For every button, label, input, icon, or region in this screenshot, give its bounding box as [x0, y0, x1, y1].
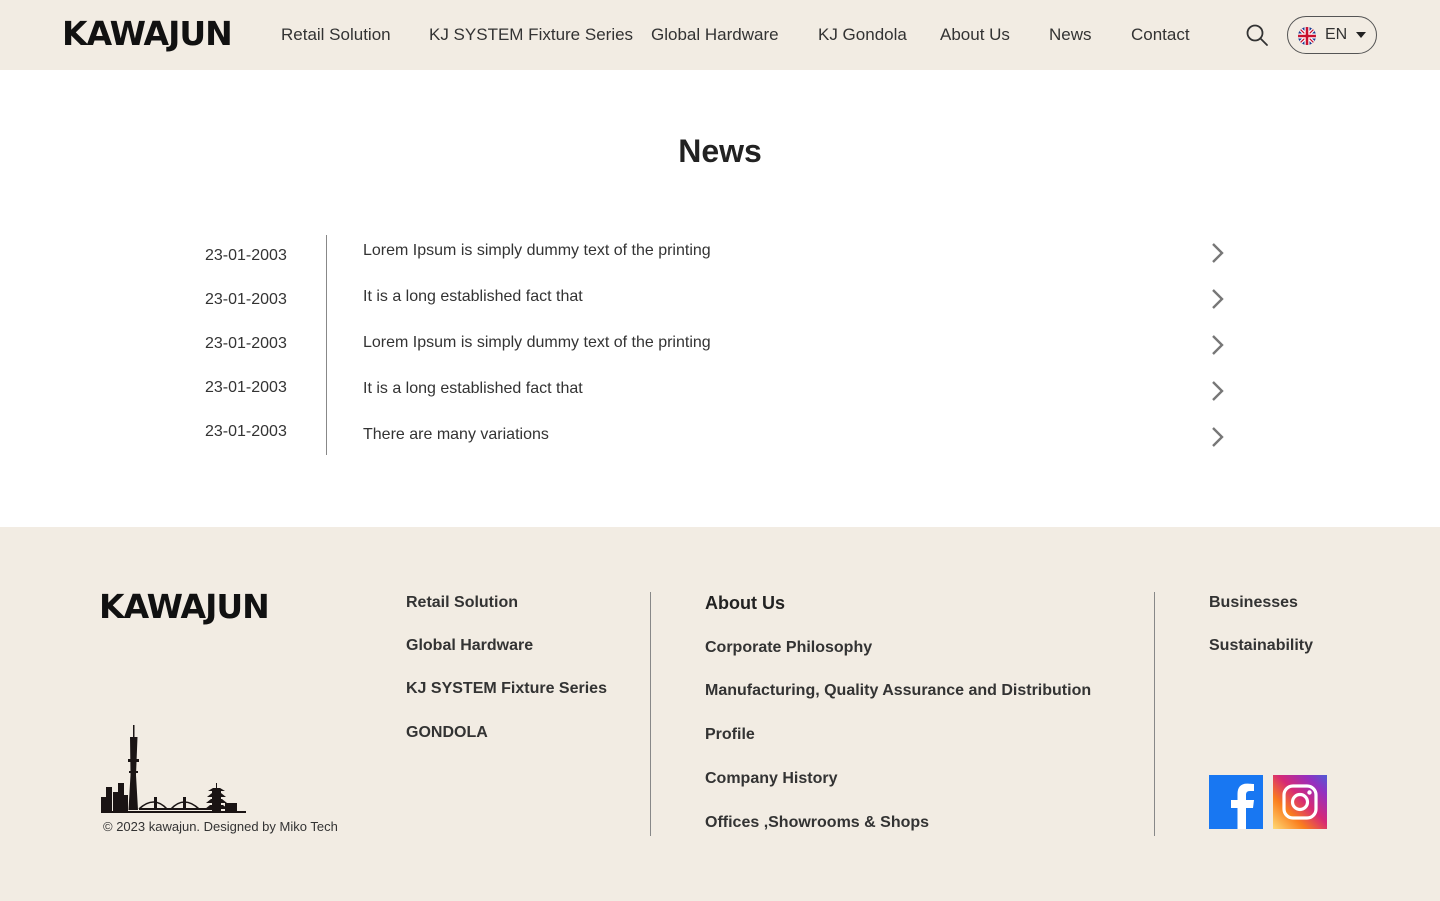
tokyo-skyline-illustration [101, 725, 246, 813]
instagram-icon[interactable] [1273, 775, 1327, 829]
news-title-link[interactable]: It is a long established fact that [363, 380, 583, 398]
uk-flag-icon [1298, 27, 1316, 45]
footer-link-retail-solution[interactable]: Retail Solution [406, 594, 518, 612]
chevron-right-icon[interactable] [1208, 241, 1226, 265]
footer-logo[interactable]: KAWAJUN [99, 587, 270, 626]
news-title-link[interactable]: Lorem Ipsum is simply dummy text of the … [363, 242, 711, 260]
language-selector[interactable]: EN [1287, 16, 1377, 54]
footer-link-gondola[interactable]: GONDOLA [406, 724, 488, 742]
chevron-right-icon[interactable] [1208, 333, 1226, 357]
footer-link-sustainability[interactable]: Sustainability [1209, 637, 1313, 655]
footer-link-company-history[interactable]: Company History [705, 770, 837, 788]
footer-link-profile[interactable]: Profile [705, 726, 755, 744]
news-title-link[interactable]: It is a long established fact that [363, 288, 583, 306]
chevron-right-icon[interactable] [1208, 379, 1226, 403]
news-date: 23-01-2003 [205, 247, 287, 264]
nav-retail-solution[interactable]: Retail Solution [281, 25, 391, 45]
news-date: 23-01-2003 [205, 379, 287, 396]
site-footer: KAWAJUN © 2023 kawajun. Designed by Miko… [0, 527, 1440, 901]
footer-link-global-hardware[interactable]: Global Hardware [406, 637, 533, 655]
footer-link-businesses[interactable]: Businesses [1209, 594, 1298, 612]
site-header: KAWAJUN Retail Solution KJ SYSTEM Fixtur… [0, 0, 1440, 70]
footer-link-offices[interactable]: Offices ,Showrooms & Shops [705, 814, 929, 832]
copyright-text: © 2023 kawajun. Designed by Miko Tech [103, 819, 338, 834]
news-date: 23-01-2003 [205, 291, 287, 308]
news-divider [326, 235, 327, 455]
nav-news[interactable]: News [1049, 25, 1092, 45]
site-logo[interactable]: KAWAJUN [62, 14, 233, 53]
nav-global-hardware[interactable]: Global Hardware [651, 25, 779, 45]
footer-divider [1154, 592, 1155, 836]
nav-kj-system[interactable]: KJ SYSTEM Fixture Series [429, 25, 633, 45]
nav-about-us[interactable]: About Us [940, 25, 1010, 45]
news-date: 23-01-2003 [205, 335, 287, 352]
footer-link-corporate-philosophy[interactable]: Corporate Philosophy [705, 639, 872, 657]
news-date: 23-01-2003 [205, 423, 287, 440]
footer-link-kj-system[interactable]: KJ SYSTEM Fixture Series [406, 680, 607, 698]
page-title: News [678, 133, 762, 169]
footer-heading-about-us[interactable]: About Us [705, 593, 785, 614]
news-title-link[interactable]: Lorem Ipsum is simply dummy text of the … [363, 334, 711, 352]
language-code: EN [1325, 26, 1348, 43]
search-icon[interactable] [1245, 23, 1269, 47]
footer-divider [650, 592, 651, 836]
facebook-icon[interactable] [1209, 775, 1263, 829]
news-title-link[interactable]: There are many variations [363, 426, 549, 444]
chevron-down-icon [1356, 32, 1366, 38]
footer-link-manufacturing[interactable]: Manufacturing, Quality Assurance and Dis… [705, 682, 1091, 700]
nav-kj-gondola[interactable]: KJ Gondola [818, 25, 907, 45]
chevron-right-icon[interactable] [1208, 287, 1226, 311]
chevron-right-icon[interactable] [1208, 425, 1226, 449]
nav-contact[interactable]: Contact [1131, 25, 1190, 45]
